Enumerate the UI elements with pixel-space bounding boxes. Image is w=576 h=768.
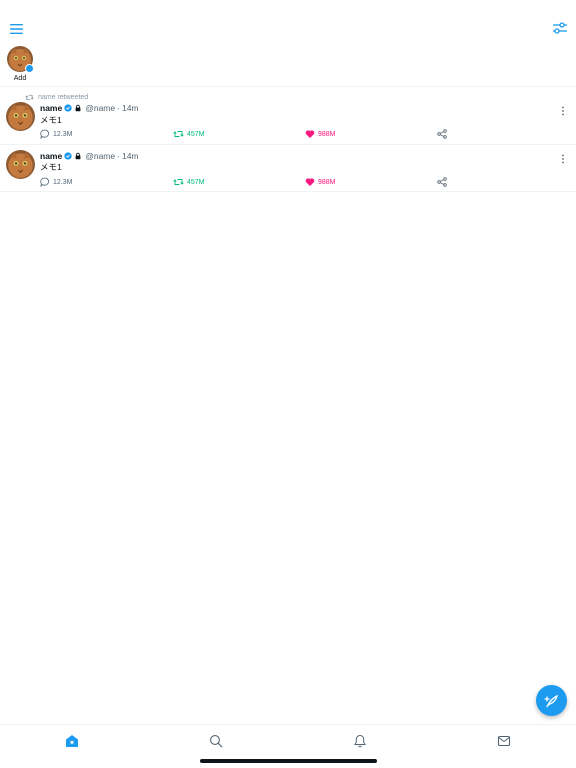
reply-icon	[40, 129, 49, 139]
heart-filled-icon	[305, 130, 315, 138]
home-icon	[66, 735, 78, 747]
verified-badge-icon	[64, 152, 72, 160]
more-vertical-icon	[562, 154, 564, 164]
tweet-header: name @name · 14m	[40, 151, 139, 161]
display-name[interactable]: name	[40, 103, 62, 113]
retweet-icon	[173, 179, 184, 185]
like-button[interactable]: 988M	[305, 177, 336, 187]
lock-icon	[75, 152, 81, 160]
filter-button[interactable]	[551, 19, 569, 37]
tab-search[interactable]	[209, 734, 223, 748]
plus-badge-icon	[25, 64, 34, 73]
like-button[interactable]: 988M	[305, 129, 336, 139]
tweet-header: name @name · 14m	[40, 103, 139, 113]
retweet-button[interactable]: 457M	[173, 129, 205, 139]
separator: ·	[117, 151, 120, 161]
share-icon	[437, 129, 447, 139]
handle: @name	[85, 151, 116, 161]
tweet-actions: 12.3M 457M 988M	[40, 177, 460, 189]
timestamp: 14m	[121, 103, 139, 113]
verified-badge-icon	[64, 104, 72, 112]
compose-tweet-button[interactable]	[536, 685, 567, 716]
compose-icon	[543, 694, 558, 707]
tweet-actions: 12.3M 457M 988M	[40, 129, 460, 141]
notifications-icon	[354, 734, 366, 748]
reply-button[interactable]: 12.3M	[40, 129, 72, 139]
tab-notifications[interactable]	[353, 734, 367, 748]
share-button[interactable]	[437, 129, 447, 139]
heart-filled-icon	[305, 178, 315, 186]
reply-icon	[40, 177, 49, 187]
menu-button[interactable]	[8, 20, 26, 38]
add-fleet-button[interactable]: Add	[7, 46, 34, 82]
share-icon	[437, 177, 447, 187]
retweet-banner-text: name retweeted	[38, 93, 89, 101]
retweet-icon	[173, 131, 184, 137]
display-name[interactable]: name	[40, 151, 62, 161]
cat-avatar-icon	[6, 102, 35, 131]
search-icon	[210, 735, 223, 748]
avatar[interactable]	[6, 150, 35, 179]
more-options-button[interactable]	[559, 103, 567, 116]
top-bar	[0, 0, 576, 44]
retweet-banner: name retweeted	[25, 92, 88, 102]
tweet-text: メモ1	[40, 115, 62, 125]
lock-icon	[75, 104, 81, 112]
avatar[interactable]	[6, 102, 35, 131]
hamburger-icon	[10, 24, 23, 34]
reply-count: 12.3M	[53, 178, 73, 186]
tab-home[interactable]	[65, 734, 79, 748]
more-options-button[interactable]	[559, 151, 567, 164]
reply-button[interactable]: 12.3M	[40, 177, 72, 187]
cat-avatar-icon	[6, 150, 35, 179]
reply-count: 12.3M	[53, 130, 73, 138]
retweet-icon	[25, 94, 34, 100]
retweet-count: 457M	[187, 178, 205, 186]
sliders-icon	[553, 22, 567, 34]
handle: @name	[85, 103, 116, 113]
fleets-bar: Add	[0, 44, 576, 87]
separator: ·	[117, 103, 120, 113]
retweet-count: 457M	[187, 130, 205, 138]
more-vertical-icon	[562, 106, 564, 116]
like-count: 988M	[318, 178, 336, 186]
home-indicator	[200, 759, 377, 763]
share-button[interactable]	[437, 177, 447, 187]
tweet-item[interactable]: name @name · 14m メモ1 12.3M 457M 988M	[0, 145, 576, 192]
tab-messages[interactable]	[497, 734, 511, 748]
like-count: 988M	[318, 130, 336, 138]
tweet-item[interactable]: name retweeted name @name · 14m メモ1 12.3…	[0, 88, 576, 145]
timestamp: 14m	[121, 151, 139, 161]
tweet-text: メモ1	[40, 162, 62, 172]
retweet-button[interactable]: 457M	[173, 177, 205, 187]
add-fleet-label: Add	[13, 75, 27, 82]
messages-icon	[498, 736, 510, 746]
avatar	[7, 46, 34, 73]
